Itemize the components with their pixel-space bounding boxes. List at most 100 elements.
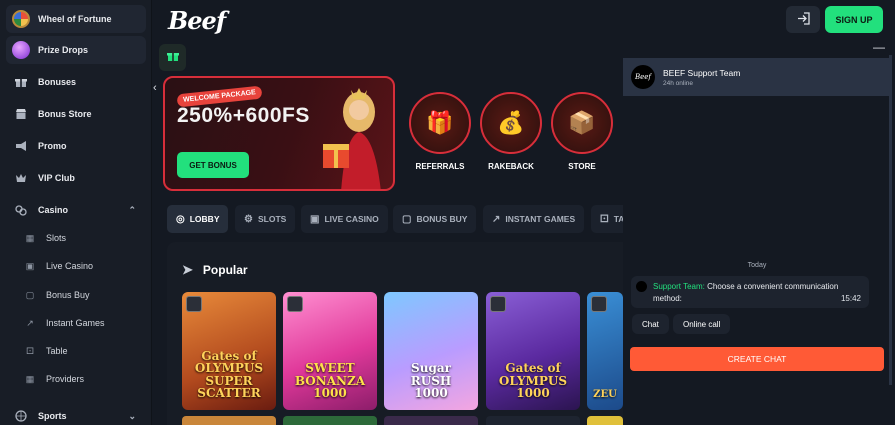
tab-live-casino[interactable]: ▣ LIVE CASINO — [301, 205, 388, 233]
game-tile-row2[interactable] — [283, 416, 377, 425]
live-casino-icon: ▣ — [310, 213, 320, 225]
sidebar-item-label: Wheel of Fortune — [38, 14, 112, 24]
game-tile-row2[interactable] — [384, 416, 478, 425]
game-tile-sweet-bonanza-1000[interactable]: SWEET BONANZA 1000 — [283, 292, 377, 410]
game-title: ZEU — [593, 388, 617, 400]
chat-avatar: Beef — [631, 65, 655, 89]
provider-badge-icon — [186, 296, 202, 312]
sidebar-sub-providers[interactable]: ▦ Providers — [16, 367, 146, 391]
sidebar-sub-instant-games[interactable]: ↗ Instant Games — [16, 311, 146, 335]
tab-bonus-buy[interactable]: ▢ BONUS BUY — [393, 205, 477, 233]
tab-label: BONUS BUY — [416, 214, 468, 224]
crown-icon — [10, 172, 32, 184]
game-title: Gates of OLYMPUS SUPER SCATTER — [194, 348, 264, 401]
support-avatar-icon — [636, 281, 647, 292]
tab-instant-games[interactable]: ↗ INSTANT GAMES — [483, 205, 585, 233]
sidebar-item-prize-drops[interactable]: Prize Drops — [6, 36, 146, 64]
provider-badge-icon — [287, 296, 303, 312]
promo-label: RAKEBACK — [488, 162, 534, 171]
sidebar-sub-table[interactable]: ⚀ Table — [16, 339, 146, 363]
tab-label: INSTANT GAMES — [505, 214, 576, 224]
minimize-icon[interactable]: — — [873, 40, 885, 54]
sidebar-item-label: VIP Club — [38, 173, 75, 183]
login-icon — [797, 11, 810, 28]
promo-referrals[interactable]: 🎁 REFERRALS — [407, 92, 473, 171]
game-tile-row2[interactable] — [486, 416, 580, 425]
sidebar-item-label: Promo — [38, 141, 67, 151]
sidebar-sub-live-casino[interactable]: ▣ Live Casino — [16, 254, 146, 278]
table-icon: ⚀ — [600, 213, 609, 225]
get-bonus-button[interactable]: GET BONUS — [177, 152, 249, 178]
sidebar-sub-label: Instant Games — [46, 318, 105, 328]
popular-title: Popular — [202, 263, 248, 277]
banner-promo-art — [323, 88, 381, 189]
sidebar-sub-slots[interactable]: ▦ Slots — [16, 226, 146, 250]
live-casino-icon: ▣ — [25, 260, 35, 271]
chat-status: 24h online — [663, 79, 693, 87]
casino-icon — [10, 204, 32, 216]
popular-heading: ➤ Popular — [182, 262, 248, 278]
tab-slots[interactable]: ⚙ SLOTS — [235, 205, 296, 233]
chevron-down-icon: ⌄ — [128, 410, 136, 421]
wheel-icon — [10, 10, 32, 28]
chat-timestamp: 15:42 — [840, 294, 861, 303]
sidebar-sub-label: Slots — [46, 233, 67, 243]
sports-icon — [10, 410, 32, 422]
login-button[interactable] — [786, 6, 820, 33]
game-tile-row2[interactable] — [182, 416, 276, 425]
slots-icon: ⚙ — [244, 213, 253, 225]
sidebar-sub-bonus-buy[interactable]: ▢ Bonus Buy — [16, 283, 146, 307]
sidebar-item-sports[interactable]: Sports ⌄ — [6, 402, 146, 425]
game-tile-gates-of-olympus-super-scatter[interactable]: Gates of OLYMPUS SUPER SCATTER — [182, 292, 276, 410]
collapse-sidebar-icon[interactable]: ‹ — [153, 82, 157, 94]
sidebar-item-label: Bonuses — [38, 77, 77, 87]
tab-label: LIVE CASINO — [324, 214, 379, 224]
gift-icon — [10, 76, 32, 88]
game-tile-row2[interactable] — [587, 416, 623, 425]
store-icon — [10, 108, 32, 120]
promo-rakeback[interactable]: 💰 RAKEBACK — [478, 92, 544, 171]
bonus-buy-icon: ▢ — [402, 213, 412, 225]
prize-drops-icon — [10, 41, 32, 59]
promo-store[interactable]: 📦 STORE — [549, 92, 615, 171]
table-icon: ⚀ — [26, 345, 34, 356]
signup-button[interactable]: SIGN UP — [825, 6, 883, 33]
game-tile-zeus[interactable]: ZEU — [587, 292, 623, 410]
referrals-icon: 🎁 — [409, 92, 471, 154]
tab-lobby[interactable]: ◎ LOBBY — [167, 205, 229, 233]
chat-header: Beef BEEF Support Team 24h online — [623, 58, 891, 96]
sidebar-item-vip-club[interactable]: VIP Club — [6, 164, 146, 192]
chat-scrollbar[interactable] — [889, 55, 892, 385]
providers-icon: ▦ — [25, 373, 35, 384]
provider-badge-icon — [490, 296, 506, 312]
sidebar: Wheel of Fortune Prize Drops Bonuses Bon… — [0, 0, 152, 425]
rocket-icon: ➤ — [182, 262, 193, 277]
sidebar-item-label: Sports — [38, 411, 67, 421]
gift-icon — [166, 50, 179, 65]
sidebar-sub-label: Live Casino — [46, 261, 94, 271]
chat-sender: Support Team: — [653, 282, 705, 291]
create-chat-button[interactable]: CREATE CHAT — [630, 347, 884, 371]
sidebar-item-promo[interactable]: Promo — [6, 132, 146, 160]
slots-icon: ▦ — [25, 232, 35, 243]
bonus-amount: 250%+600FS — [177, 104, 310, 127]
game-tile-sugar-rush-1000[interactable]: Sugar RUSH 1000 — [384, 292, 478, 410]
game-tile-gates-of-olympus-1000[interactable]: Gates of OLYMPUS 1000 — [486, 292, 580, 410]
sidebar-item-wheel-of-fortune[interactable]: Wheel of Fortune — [6, 5, 146, 33]
gift-button[interactable] — [159, 44, 186, 71]
site-logo[interactable]: Beef — [168, 6, 226, 35]
chat-option-online-call[interactable]: Online call — [673, 314, 731, 334]
game-title: Sugar RUSH 1000 — [410, 361, 452, 401]
chat-team-name: BEEF Support Team — [663, 67, 741, 78]
sidebar-item-bonus-store[interactable]: Bonus Store — [6, 100, 146, 128]
chat-option-chat[interactable]: Chat — [632, 314, 669, 334]
bonus-buy-icon: ▢ — [25, 289, 35, 300]
sidebar-item-bonuses[interactable]: Bonuses — [6, 68, 146, 96]
sidebar-item-label: Bonus Store — [38, 109, 92, 119]
welcome-banner[interactable]: WELCOME PACKAGE 250%+600FS GET BONUS — [163, 76, 395, 191]
sidebar-item-label: Casino — [38, 205, 69, 215]
sidebar-item-casino[interactable]: Casino ⌃ — [6, 196, 146, 224]
support-chat-widget: — Beef BEEF Support Team 24h online Toda… — [623, 38, 895, 425]
game-title: Gates of OLYMPUS 1000 — [498, 361, 568, 401]
promo-label: STORE — [568, 162, 596, 171]
